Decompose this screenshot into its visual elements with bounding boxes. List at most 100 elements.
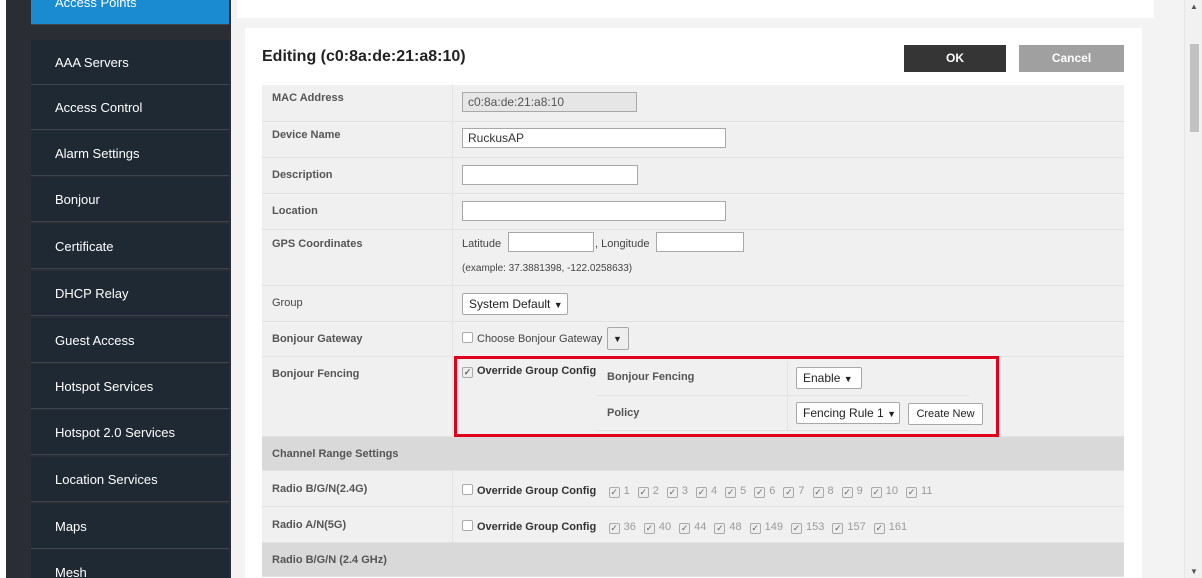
checkbox-checked-icon[interactable]: ✓: [666, 487, 678, 498]
channel-option[interactable]: ✓ 36: [608, 521, 636, 534]
channel-option[interactable]: ✓ 4: [696, 485, 717, 498]
channel-option[interactable]: ✓ 44: [679, 521, 707, 534]
channel-option[interactable]: ✓ 3: [666, 485, 689, 498]
bonjour-gateway-dropdown[interactable]: ▼: [607, 327, 629, 350]
channel-option[interactable]: ✓ 157: [832, 521, 866, 534]
page-title: Editing (c0:8a:de:21:a8:10): [262, 48, 466, 65]
channel-label: 6: [769, 485, 776, 497]
longitude-field[interactable]: [656, 232, 744, 252]
checkbox-checked-icon[interactable]: ✓: [725, 487, 737, 498]
group-select[interactable]: System Default ▼: [462, 293, 568, 315]
channel-option[interactable]: ✓ 10: [870, 485, 898, 498]
sidebar-item[interactable]: Access Control: [31, 85, 229, 130]
checkbox-icon[interactable]: [462, 332, 473, 343]
checkbox-checked-icon[interactable]: ✓: [841, 487, 853, 498]
sidebar-item[interactable]: Alarm Settings: [31, 131, 229, 176]
cancel-button[interactable]: Cancel: [1019, 45, 1124, 72]
checkbox-checked-icon[interactable]: ✓: [714, 523, 726, 534]
sidebar-item[interactable]: Location Services: [31, 457, 229, 502]
channel-option[interactable]: ✓ 48: [714, 521, 742, 534]
checkbox-checked-icon[interactable]: ✓: [870, 487, 882, 498]
checkbox-checked-icon[interactable]: ✓: [832, 523, 844, 534]
scroll-up-icon[interactable]: ▲: [1189, 2, 1199, 11]
edit-panel: Editing (c0:8a:de:21:a8:10) OK Cancel MA…: [245, 28, 1142, 578]
checkbox-checked-icon[interactable]: ✓: [791, 523, 802, 534]
channel-range-title: Channel Range Settings: [272, 448, 399, 460]
checkbox-checked-icon[interactable]: ✓: [749, 523, 761, 534]
channel-option[interactable]: ✓ 8: [812, 485, 834, 498]
radio-24-channels: Override Group Config ✓ 1 ✓ 2 ✓ 3 ✓ 4 ✓ 5 ✓ 6 ✓ 7 ✓ 8 ✓ 9…: [462, 481, 932, 499]
sidebar-item[interactable]: Bonjour: [31, 177, 229, 222]
table-row: Radio A/N(5G) Override Group Config ✓ 36 ✓…: [262, 507, 1124, 543]
radio-24ghz-section-title: Radio B/G/N (2.4 GHz): [272, 554, 387, 566]
channel-option[interactable]: ✓ 9: [841, 485, 863, 498]
channel-label: 7: [798, 485, 805, 497]
location-label: Location: [272, 205, 318, 217]
mac-address-field: c0:8a:de:21:a8:10: [462, 92, 637, 112]
channel-option[interactable]: ✓ 2: [637, 485, 659, 498]
ok-button[interactable]: OK: [904, 45, 1006, 72]
radio-5-label: Radio A/N(5G): [272, 519, 347, 531]
checkbox-icon[interactable]: [462, 484, 473, 495]
highlight-box: [454, 356, 999, 437]
channel-option[interactable]: ✓ 6: [754, 485, 776, 498]
description-field[interactable]: [462, 165, 638, 185]
checkbox-checked-icon[interactable]: ✓: [696, 487, 708, 498]
latitude-label: Latitude: [462, 238, 502, 250]
checkbox-checked-icon[interactable]: ✓: [812, 487, 824, 498]
sidebar-item[interactable]: Hotspot Services: [31, 364, 229, 409]
channel-label: 44: [694, 521, 707, 533]
channel-option[interactable]: ✓ 161: [873, 521, 907, 534]
channel-label: 9: [856, 485, 863, 497]
channel-label: 157: [847, 521, 866, 533]
chevron-down-icon: ▼: [553, 300, 563, 310]
checkbox-checked-icon[interactable]: ✓: [906, 487, 918, 498]
section-header: Channel Range Settings: [262, 437, 1124, 471]
scrollbar-thumb[interactable]: [1190, 44, 1199, 132]
bonjour-gateway-option[interactable]: Choose Bonjour Gateway: [462, 332, 602, 345]
device-name-field[interactable]: RuckusAP: [462, 128, 726, 148]
location-field[interactable]: [462, 201, 726, 221]
table-row: Device Name RuckusAP: [262, 122, 1124, 158]
latitude-field[interactable]: [508, 232, 594, 252]
table-row: GPS Coordinates Latitude , Longitude (ex…: [262, 230, 1124, 286]
sidebar-item[interactable]: Access Points: [31, 0, 229, 25]
channel-option[interactable]: ✓ 11: [906, 485, 932, 498]
sidebar-item[interactable]: Maps: [31, 504, 229, 549]
description-label: Description: [272, 169, 333, 181]
scrollbar[interactable]: ▲ ▼: [1184, 0, 1202, 578]
checkbox-checked-icon[interactable]: ✓: [783, 487, 795, 498]
channel-option[interactable]: ✓ 153: [791, 521, 824, 534]
checkbox-checked-icon[interactable]: ✓: [679, 523, 691, 534]
radio-5-channels: Override Group Config ✓ 36 ✓ 40 ✓ 44 ✓ 48 ✓ 149 ✓ 1…: [462, 517, 907, 535]
sidebar-item[interactable]: AAA Servers: [31, 40, 229, 85]
checkbox-checked-icon[interactable]: ✓: [608, 487, 620, 498]
checkbox-icon[interactable]: [462, 520, 473, 531]
channel-option[interactable]: ✓ 40: [643, 521, 671, 534]
channel-label: 2: [652, 485, 659, 497]
sidebar-item[interactable]: Mesh: [31, 550, 229, 578]
sidebar-item[interactable]: DHCP Relay: [31, 271, 229, 316]
device-name-label: Device Name: [272, 129, 341, 141]
sidebar-item[interactable]: Guest Access: [31, 318, 229, 363]
channel-label: 3: [681, 485, 689, 497]
channel-label: 36: [623, 521, 636, 533]
section-header: Radio B/G/N (2.4 GHz): [262, 543, 1124, 577]
channel-option[interactable]: ✓ 7: [783, 485, 805, 498]
channel-option[interactable]: ✓ 149: [749, 521, 783, 534]
longitude-label: , Longitude: [595, 238, 650, 250]
scroll-down-icon[interactable]: ▼: [1189, 567, 1199, 576]
sidebar-item[interactable]: Hotspot 2.0 Services: [31, 410, 229, 455]
checkbox-checked-icon[interactable]: ✓: [637, 487, 649, 498]
channel-list: ✓ 1 ✓ 2 ✓ 3 ✓ 4 ✓ 5 ✓ 6 ✓ 7 ✓ 8 ✓ 9 ✓ 10 ✓ 11: [601, 481, 932, 498]
channel-option[interactable]: ✓ 5: [725, 485, 747, 498]
sidebar-item[interactable]: Certificate: [31, 224, 229, 269]
channel-label: 8: [827, 485, 834, 497]
checkbox-checked-icon[interactable]: ✓: [608, 523, 620, 534]
checkbox-checked-icon[interactable]: ✓: [873, 523, 885, 534]
group-label: Group: [272, 297, 303, 309]
checkbox-checked-icon[interactable]: ✓: [643, 523, 655, 534]
channel-label: 5: [740, 485, 747, 497]
checkbox-checked-icon[interactable]: ✓: [754, 487, 766, 498]
channel-option[interactable]: ✓ 1: [608, 485, 630, 498]
